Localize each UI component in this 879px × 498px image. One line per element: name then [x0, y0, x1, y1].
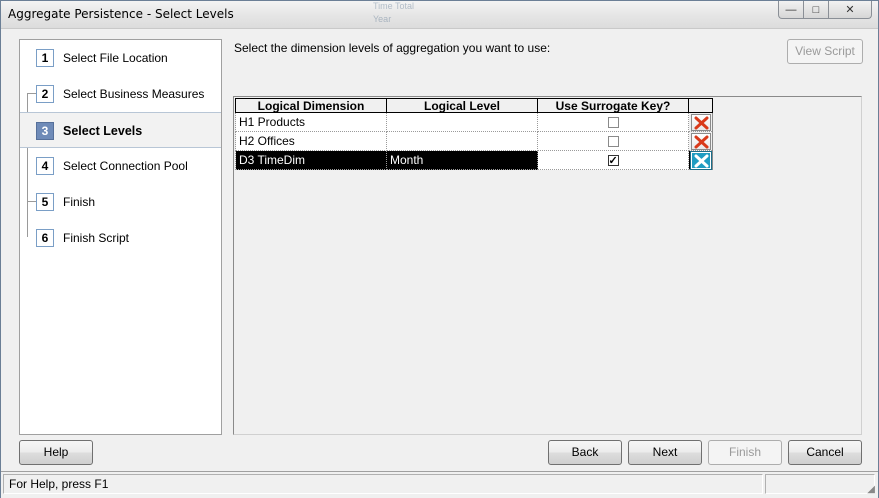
logical-level-cell[interactable]: [386, 131, 538, 151]
logical-level-cell[interactable]: Month: [386, 150, 538, 170]
step-label: Select Business Measures: [63, 87, 205, 101]
delete-cell: [688, 112, 713, 132]
wizard-step-4[interactable]: 4 Select Connection Pool: [20, 148, 221, 184]
delete-row-button[interactable]: [690, 113, 711, 131]
column-header-use-surrogate-key: Use Surrogate Key?: [537, 98, 689, 113]
table-row-selected[interactable]: D3 TimeDim Month: [235, 150, 713, 170]
logical-dimension-cell[interactable]: H1 Products: [235, 112, 387, 132]
delete-row-button[interactable]: [689, 150, 712, 170]
wizard-step-2[interactable]: 2 Select Business Measures: [20, 76, 221, 112]
next-button[interactable]: Next: [628, 440, 702, 465]
delete-x-icon: [694, 116, 708, 130]
background-window-hint: Time Total Year: [353, 1, 553, 29]
column-header-delete: [688, 98, 713, 113]
caption-buttons: — □ ✕: [778, 1, 872, 19]
cancel-button[interactable]: Cancel: [788, 440, 862, 465]
step-number: 3: [36, 122, 54, 140]
title-bar: Aggregate Persistence - Select Levels Ti…: [1, 1, 878, 29]
step-number: 2: [36, 85, 54, 103]
close-button[interactable]: ✕: [828, 1, 872, 19]
instruction-text: Select the dimension levels of aggregati…: [234, 41, 551, 55]
column-header-logical-level: Logical Level: [386, 98, 538, 113]
surrogate-key-cell: [537, 150, 689, 170]
minimize-icon: —: [785, 3, 797, 16]
logical-level-cell[interactable]: [386, 112, 538, 132]
step-label: Select File Location: [63, 51, 168, 65]
table-row[interactable]: H1 Products: [235, 112, 713, 132]
dialog-window: Aggregate Persistence - Select Levels Ti…: [0, 0, 879, 498]
window-title: Aggregate Persistence - Select Levels: [8, 7, 234, 21]
background-hint-text: Year: [373, 14, 392, 24]
table-header-row: Logical Dimension Logical Level Use Surr…: [235, 98, 713, 113]
minimize-button[interactable]: —: [778, 1, 804, 19]
delete-x-icon: [694, 154, 708, 168]
wizard-step-5[interactable]: 5 Finish: [20, 184, 221, 220]
surrogate-key-cell: [537, 112, 689, 132]
maximize-icon: □: [812, 3, 820, 16]
surrogate-key-cell: [537, 131, 689, 151]
step-number: 1: [36, 49, 54, 67]
surrogate-key-checkbox[interactable]: [607, 135, 619, 147]
delete-x-icon: [694, 135, 708, 149]
wizard-step-1[interactable]: 1 Select File Location: [20, 40, 221, 76]
surrogate-key-checkbox[interactable]: [607, 116, 619, 128]
levels-table: Logical Dimension Logical Level Use Surr…: [235, 98, 713, 170]
wizard-steps-panel: 1 Select File Location 2 Select Business…: [19, 39, 222, 435]
finish-button[interactable]: Finish: [708, 440, 782, 465]
background-hint-text: Time Total: [373, 1, 415, 11]
logical-dimension-cell[interactable]: H2 Offices: [235, 131, 387, 151]
wizard-step-3[interactable]: 3 Select Levels: [20, 112, 221, 148]
maximize-button[interactable]: □: [803, 1, 829, 19]
status-text: For Help, press F1: [3, 474, 763, 494]
wizard-step-6[interactable]: 6 Finish Script: [20, 220, 221, 256]
levels-grid: Logical Dimension Logical Level Use Surr…: [233, 96, 862, 435]
delete-cell: [688, 150, 713, 170]
status-bar: For Help, press F1 ◢: [1, 471, 878, 498]
logical-dimension-cell[interactable]: D3 TimeDim: [235, 150, 387, 170]
step-number: 4: [36, 157, 54, 175]
help-button[interactable]: Help: [19, 440, 93, 465]
delete-row-button[interactable]: [690, 132, 711, 150]
back-button[interactable]: Back: [548, 440, 622, 465]
surrogate-key-checkbox[interactable]: [607, 153, 619, 170]
column-header-logical-dimension: Logical Dimension: [235, 98, 387, 113]
step-number: 6: [36, 229, 54, 247]
step-label: Finish Script: [63, 231, 130, 245]
step-label: Select Connection Pool: [63, 159, 188, 173]
close-icon: ✕: [845, 4, 855, 16]
table-row[interactable]: H2 Offices: [235, 131, 713, 151]
view-script-button[interactable]: View Script: [787, 39, 863, 64]
step-label: Finish: [63, 195, 96, 209]
delete-cell: [688, 131, 713, 151]
step-label: Select Levels: [63, 124, 143, 138]
status-pane-secondary: [765, 474, 875, 494]
step-number: 5: [36, 193, 54, 211]
resize-grip-icon[interactable]: ◢: [867, 484, 875, 495]
